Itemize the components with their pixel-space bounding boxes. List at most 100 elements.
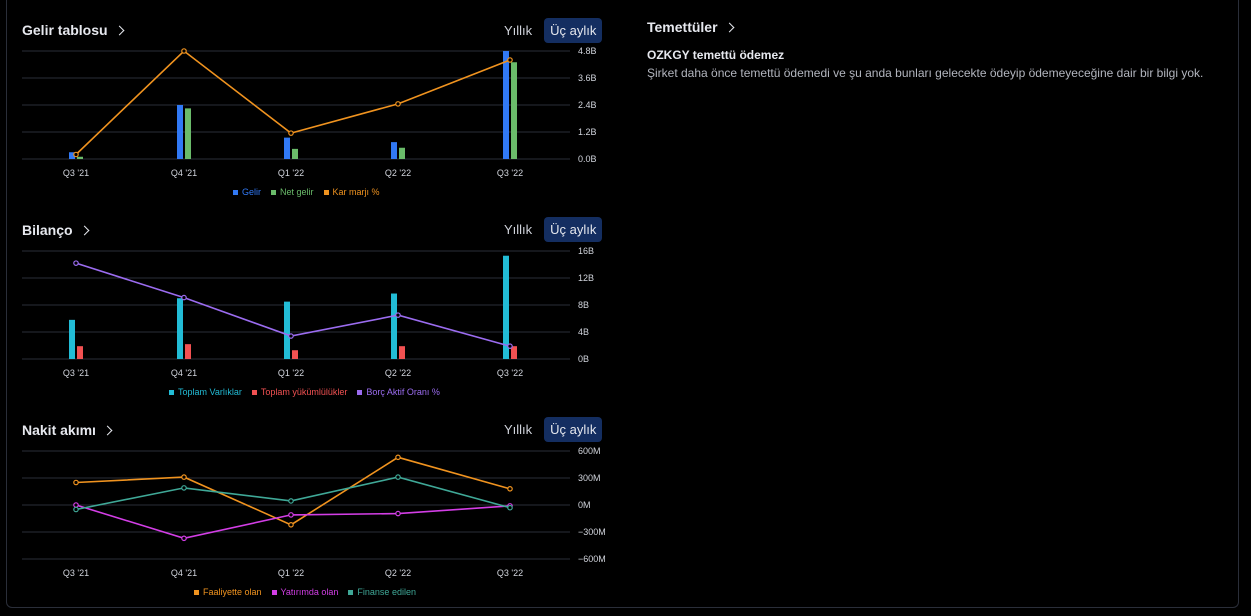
chart-bar[interactable]: [399, 346, 405, 359]
x-tick-label: Q4 '21: [171, 168, 197, 178]
y-tick-label: 3.6B: [578, 73, 597, 83]
x-tick-label: Q2 '22: [385, 368, 411, 378]
chevron-right-icon: [114, 25, 125, 36]
y-tick-label: 0.0B: [578, 154, 597, 164]
chevron-right-icon: [724, 22, 734, 33]
legend-item-total-assets: Toplam Varlıklar: [169, 387, 242, 397]
series-line: [75, 49, 511, 156]
chart-bar[interactable]: [399, 147, 405, 159]
y-tick-label: 4.8B: [578, 46, 597, 56]
data-point[interactable]: [288, 130, 294, 136]
y-tick-label: −300M: [578, 527, 606, 537]
data-point[interactable]: [73, 479, 79, 486]
chart-bar[interactable]: [177, 105, 183, 159]
chevron-right-icon: [102, 425, 113, 436]
legend-item-revenue: Gelir: [233, 187, 261, 197]
y-tick-label: 300M: [578, 473, 601, 483]
balance-legend: Toplam Varlıklar Toplam yükümlülükler Bo…: [169, 387, 440, 397]
legend-item-debt-asset-ratio: Borç Aktif Oranı %: [357, 387, 440, 397]
chart-bar[interactable]: [284, 301, 290, 359]
data-point[interactable]: [181, 474, 187, 480]
y-tick-label: −600M: [578, 554, 606, 564]
dividends-title[interactable]: Temettüler: [647, 19, 734, 35]
balance-chart: 16B 12B 8B 4B 0B Q3 '21 Q4 '21 Q1 '22 Q2 '22 Q3 '…: [22, 246, 594, 378]
legend-item-net-income: Net gelir: [271, 187, 314, 197]
data-point[interactable]: [507, 485, 513, 492]
data-point[interactable]: [395, 510, 401, 517]
data-point[interactable]: [181, 535, 187, 542]
dividends-label: Temettüler: [647, 19, 718, 35]
data-point[interactable]: [181, 485, 187, 491]
data-point[interactable]: [395, 312, 401, 318]
chart-bar[interactable]: [503, 255, 509, 359]
data-point[interactable]: [181, 294, 187, 301]
cash-flow-label: Nakit akımı: [22, 422, 96, 438]
chart-bar[interactable]: [77, 156, 83, 159]
data-point[interactable]: [73, 506, 79, 513]
x-tick-label: Q4 '21: [171, 368, 197, 378]
balance-annual-button[interactable]: Yıllık: [498, 217, 538, 242]
cashflow-annual-button[interactable]: Yıllık: [498, 417, 538, 442]
data-point[interactable]: [73, 502, 79, 508]
chart-bar[interactable]: [69, 319, 75, 359]
y-tick-label: 8B: [578, 300, 589, 310]
dividends-headline: OZKGY temettü ödemez: [647, 48, 785, 62]
data-point[interactable]: [181, 48, 187, 54]
y-tick-label: 2.4B: [578, 100, 597, 110]
chart-bar[interactable]: [511, 62, 517, 159]
data-point[interactable]: [507, 343, 513, 349]
data-point[interactable]: [395, 474, 401, 480]
data-point[interactable]: [288, 498, 294, 504]
y-tick-label: 12B: [578, 273, 594, 283]
series-line: [75, 504, 511, 540]
x-tick-label: Q3 '21: [63, 168, 89, 178]
x-tick-label: Q2 '22: [385, 168, 411, 178]
data-point[interactable]: [395, 101, 401, 107]
data-point[interactable]: [288, 512, 294, 518]
x-tick-label: Q3 '22: [497, 368, 523, 378]
chart-bar[interactable]: [185, 344, 191, 359]
legend-item-total-liabilities: Toplam yükümlülükler: [251, 387, 347, 397]
chart-bar[interactable]: [284, 137, 290, 159]
balance-period-toggle: Yıllık Üç aylık: [498, 217, 603, 242]
income-statement-label: Gelir tablosu: [22, 22, 108, 38]
y-tick-label: 600M: [578, 446, 601, 456]
balance-sheet-title[interactable]: Bilanço: [22, 222, 90, 238]
x-tick-label: Q4 '21: [171, 568, 197, 578]
x-tick-label: Q1 '22: [278, 568, 304, 578]
y-tick-label: 4B: [578, 327, 589, 337]
cash-flow-title[interactable]: Nakit akımı: [22, 422, 113, 438]
balance-sheet-label: Bilanço: [22, 222, 73, 238]
x-tick-label: Q3 '22: [497, 568, 523, 578]
data-point[interactable]: [395, 454, 401, 461]
legend-item-profit-margin: Kar marjı %: [323, 187, 380, 197]
x-tick-label: Q3 '22: [497, 168, 523, 178]
chart-bar[interactable]: [177, 298, 183, 359]
data-point[interactable]: [288, 333, 294, 339]
x-tick-label: Q3 '21: [63, 368, 89, 378]
x-tick-label: Q3 '21: [63, 568, 89, 578]
chart-bar[interactable]: [185, 108, 191, 159]
data-point[interactable]: [507, 504, 513, 511]
y-tick-label: 0B: [578, 354, 589, 364]
chart-bar[interactable]: [391, 142, 397, 159]
chart-bar[interactable]: [503, 51, 509, 159]
x-tick-label: Q2 '22: [385, 568, 411, 578]
y-tick-label: 0M: [578, 500, 591, 510]
data-point[interactable]: [73, 151, 79, 158]
chart-bar[interactable]: [391, 293, 397, 359]
chart-bar[interactable]: [292, 148, 298, 159]
balance-quarterly-button[interactable]: Üç aylık: [544, 217, 603, 242]
chart-bar[interactable]: [77, 346, 83, 359]
legend-item-investing: Yatırımda olan: [271, 587, 338, 597]
cashflow-quarterly-button[interactable]: Üç aylık: [544, 417, 603, 442]
chart-bar[interactable]: [292, 350, 298, 359]
data-point[interactable]: [73, 260, 79, 266]
cashflow-chart: 600M 300M 0M −300M −600M Q3 '21 Q4 '21 Q1 '22 Q2…: [22, 446, 606, 578]
x-tick-label: Q1 '22: [278, 368, 304, 378]
income-statement-title[interactable]: Gelir tablosu: [22, 22, 125, 38]
income-chart: 4.8B 3.6B 2.4B 1.2B 0.0B Q3 '21 Q4 '21 Q1 '22 Q2…: [22, 46, 597, 178]
data-point[interactable]: [288, 522, 294, 528]
legend-item-financing: Finanse edilen: [348, 587, 416, 597]
data-point[interactable]: [507, 57, 513, 63]
